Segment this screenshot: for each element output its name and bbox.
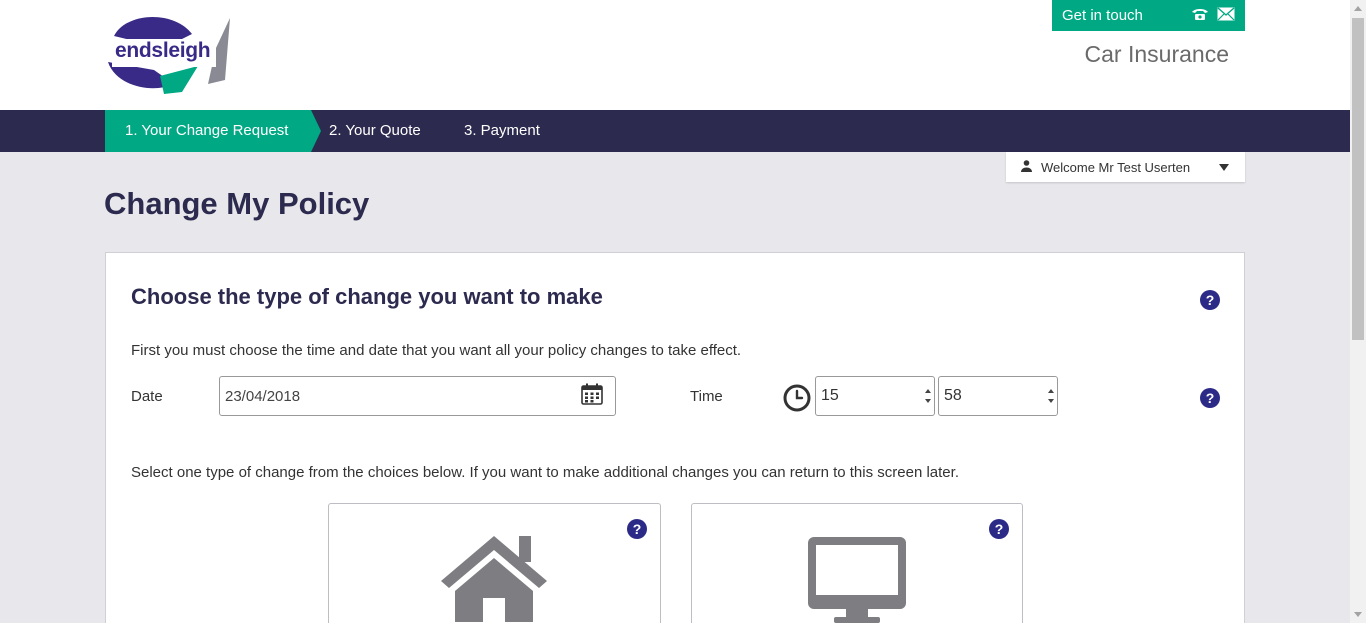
scroll-down-arrow[interactable] xyxy=(1354,612,1362,617)
step-navigation: 1. Your Change Request 2. Your Quote 3. … xyxy=(0,110,1350,152)
hour-up-arrow[interactable] xyxy=(925,389,931,393)
site-header: endsleigh Get in touch Car Insurance xyxy=(0,0,1350,110)
scroll-up-arrow[interactable] xyxy=(1354,6,1362,11)
welcome-text: Welcome Mr Test Userten xyxy=(1041,159,1191,175)
help-icon[interactable]: ? xyxy=(1200,290,1220,310)
panel-title: Choose the type of change you want to ma… xyxy=(131,284,603,309)
intro-text: First you must choose the time and date … xyxy=(131,342,742,359)
choice-card-address[interactable]: ? xyxy=(328,503,661,623)
user-menu-dropdown[interactable]: Welcome Mr Test Userten xyxy=(1006,152,1245,182)
date-label: Date xyxy=(131,388,163,405)
house-icon xyxy=(441,536,547,622)
get-in-touch-button[interactable]: Get in touch xyxy=(1052,0,1245,31)
endsleigh-logo[interactable]: endsleigh xyxy=(104,14,234,96)
mail-icon xyxy=(1217,6,1235,25)
hour-value: 15 xyxy=(821,387,839,404)
calendar-icon[interactable] xyxy=(581,383,603,409)
help-icon[interactable]: ? xyxy=(627,519,647,539)
step-change-request[interactable]: 1. Your Change Request xyxy=(105,110,321,152)
change-type-panel: Choose the type of change you want to ma… xyxy=(105,252,1245,623)
hour-stepper[interactable]: 15 xyxy=(815,376,935,416)
select-note-text: Select one type of change from the choic… xyxy=(131,464,959,481)
date-input[interactable]: 23/04/2018 xyxy=(219,376,616,416)
choice-card-online[interactable]: ? xyxy=(691,503,1023,623)
product-title: Car Insurance xyxy=(1084,41,1229,67)
page-scrollbar[interactable] xyxy=(1350,0,1366,623)
time-label: Time xyxy=(690,388,723,405)
minute-down-arrow[interactable] xyxy=(1048,399,1054,403)
phone-icon xyxy=(1191,7,1209,25)
user-icon xyxy=(1021,159,1032,175)
help-icon[interactable]: ? xyxy=(989,519,1009,539)
chevron-down-icon xyxy=(1219,163,1229,171)
hour-down-arrow[interactable] xyxy=(925,399,931,403)
scroll-thumb[interactable] xyxy=(1352,18,1364,340)
step-your-quote[interactable]: 2. Your Quote xyxy=(329,110,421,152)
page-title: Change My Policy xyxy=(104,186,370,221)
get-in-touch-label: Get in touch xyxy=(1062,7,1143,24)
date-value: 23/04/2018 xyxy=(225,387,301,405)
clock-icon xyxy=(783,384,811,417)
minute-stepper[interactable]: 58 xyxy=(938,376,1058,416)
minute-value: 58 xyxy=(944,387,962,404)
monitor-icon xyxy=(808,537,906,623)
logo-wordmark: endsleigh xyxy=(115,39,211,62)
help-icon[interactable]: ? xyxy=(1200,388,1220,408)
step-payment[interactable]: 3. Payment xyxy=(464,110,540,152)
minute-up-arrow[interactable] xyxy=(1048,389,1054,393)
